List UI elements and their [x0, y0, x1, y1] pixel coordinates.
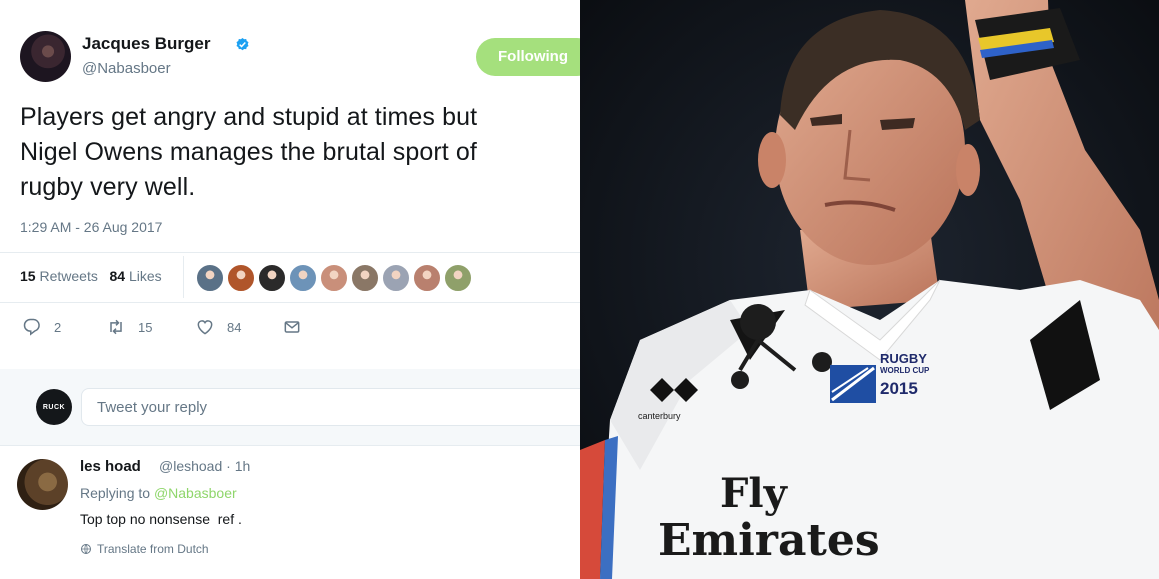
tweet-stats: 15 Retweets 84 Likes [20, 268, 162, 284]
liker-avatar[interactable] [320, 264, 348, 292]
translate-label: Translate from Dutch [97, 542, 209, 556]
tweet-text-line: Players get angry and stupid at times bu… [20, 103, 478, 131]
reply-icon [23, 318, 40, 336]
direct-message-action[interactable] [282, 316, 302, 338]
kit-brand-logo: canterbury [638, 411, 681, 421]
translate-link[interactable]: Translate from Dutch [80, 542, 209, 556]
stats-divider [183, 256, 184, 298]
author-handle[interactable]: @Nabasboer [82, 60, 171, 77]
commenter-avatar[interactable] [17, 459, 68, 510]
liker-avatar[interactable] [351, 264, 379, 292]
sponsor-text-emirates: Emirates [658, 515, 880, 566]
tweet-text: Players get angry and stupid at times bu… [20, 100, 580, 205]
replying-to: Replying to @Nabasboer [80, 485, 237, 501]
retweet-icon [110, 319, 122, 335]
like-count[interactable]: 84 [110, 268, 126, 284]
current-user-avatar[interactable]: RUCK [36, 389, 72, 425]
liker-avatar[interactable] [258, 264, 286, 292]
reply-action[interactable]: 2 [22, 316, 61, 338]
replying-prefix: Replying to [80, 485, 151, 501]
tweet-text-line: Nigel Owens manages the brutal sport of [20, 138, 477, 166]
liker-avatar[interactable] [382, 264, 410, 292]
tweet-timestamp[interactable]: 1:29 AM - 26 Aug 2017 [20, 219, 162, 235]
like-action[interactable]: 84 [195, 316, 241, 338]
divider [0, 302, 580, 303]
mention-link[interactable]: @Nabasboer [154, 485, 237, 501]
liker-avatar[interactable] [413, 264, 441, 292]
retweets-label[interactable]: Retweets [39, 268, 97, 284]
globe-icon [81, 544, 91, 554]
reply-count: 2 [54, 319, 62, 335]
rwc-badge-text: RUGBY WORLD CUP [880, 351, 930, 377]
tweet-panel: Jacques Burger @Nabasboer Following Play… [0, 0, 580, 579]
rwc-year: 2015 [880, 379, 918, 398]
tweet-text-line: rugby very well. [20, 173, 196, 201]
commenter-name[interactable]: les hoad [80, 458, 141, 475]
divider [0, 445, 580, 446]
heart-icon [197, 320, 213, 335]
like-action-count: 84 [227, 319, 242, 335]
following-button[interactable]: Following [476, 38, 580, 76]
retweet-count[interactable]: 15 [20, 268, 36, 284]
author-avatar[interactable] [20, 31, 71, 82]
liker-avatar[interactable] [444, 264, 472, 292]
liker-avatar[interactable] [289, 264, 317, 292]
liker-avatar[interactable] [196, 264, 224, 292]
author-name[interactable]: Jacques Burger [82, 34, 211, 54]
liker-avatar[interactable] [227, 264, 255, 292]
envelope-icon [284, 321, 300, 333]
comment-text: Top top no nonsense ref . [80, 511, 242, 527]
divider [0, 252, 580, 253]
rwc-line2: WORLD CUP [880, 366, 930, 375]
rwc-line1: RUGBY [880, 351, 927, 366]
commenter-handle-time[interactable]: @leshoad · 1h [159, 458, 250, 474]
likes-label[interactable]: Likes [129, 268, 162, 284]
referee-photo: canterbury RUGBY WORLD CUP 2015 Fly Emir… [580, 0, 1159, 579]
verified-badge-icon [236, 37, 249, 51]
reply-input[interactable] [81, 388, 580, 426]
sponsor-text-fly: Fly [720, 470, 787, 517]
retweet-action[interactable]: 15 [106, 316, 152, 338]
retweet-action-count: 15 [138, 319, 153, 335]
referee-illustration [580, 0, 1159, 579]
